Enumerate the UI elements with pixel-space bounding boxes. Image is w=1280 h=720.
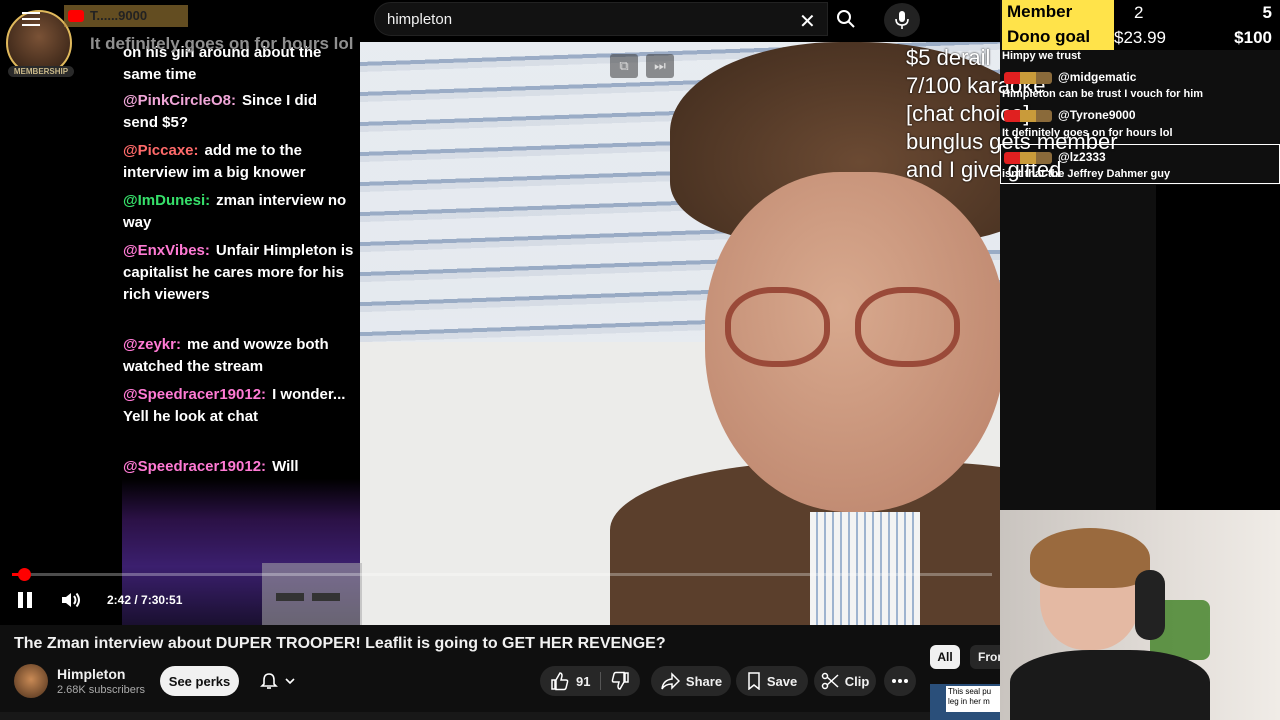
voice-search-button[interactable]	[884, 3, 920, 37]
chat-text: Will	[272, 458, 299, 475]
microphone-icon	[895, 11, 909, 29]
side-chat-message: Himpleton can be trust I vouch for him	[1002, 88, 1204, 100]
thumbs-up-icon[interactable]	[550, 671, 570, 691]
thumbs-down-icon[interactable]	[610, 671, 630, 691]
chat-message: @Speedracer19012: Will	[123, 456, 355, 478]
search-icon	[837, 10, 855, 28]
chevron-down-icon	[285, 678, 295, 685]
time-display: 2:42 / 7:30:51	[107, 593, 183, 607]
progress-bar[interactable]	[12, 568, 992, 581]
share-icon	[661, 672, 680, 690]
volume-icon[interactable]	[60, 588, 84, 612]
like-divider	[600, 672, 601, 690]
save-button[interactable]: Save	[736, 666, 808, 696]
notifications-button[interactable]	[249, 666, 307, 696]
chat-author: @ImDunesi:	[123, 192, 211, 209]
chat-author: @Speedracer19012:	[123, 458, 267, 475]
next-icon[interactable]: ⏭	[646, 54, 674, 78]
chat-author: @Speedracer19012:	[123, 386, 267, 403]
miniplayer-icon[interactable]: ⧉	[610, 54, 638, 78]
side-chat-message: Himpy we trust	[1002, 50, 1081, 62]
goal-panel: Member Goal 2 5 Dono goal $23.99 $100	[1002, 0, 1280, 50]
side-chat-highlight	[1000, 144, 1280, 184]
side-chat-overlay: Himpy we trust @midgematic Himpleton can…	[1000, 50, 1280, 185]
progress-scrubber[interactable]	[17, 568, 31, 581]
miniplayer-controls: ⧉ ⏭	[610, 54, 674, 78]
more-actions-button[interactable]	[884, 666, 916, 696]
chat-message: @Speedracer19012: I wonder... Yell he loo…	[123, 384, 355, 428]
streamer-webcam	[1000, 510, 1280, 720]
chat-message: @PinkCircleO8: Since I did send $5?	[123, 90, 355, 134]
thumbnail-caption: This seal pu leg in her m	[946, 686, 1000, 712]
glasses-left	[725, 287, 830, 367]
description-edge	[0, 712, 930, 720]
channel-name[interactable]: Himpleton	[57, 666, 125, 682]
side-chat-author: @Tyrone9000	[1002, 108, 1136, 122]
clip-label: Clip	[844, 673, 870, 689]
dono-goal-target: $100	[1234, 28, 1272, 47]
search-button[interactable]	[828, 2, 864, 36]
pause-button[interactable]	[18, 588, 38, 612]
chat-author: @zeykr:	[123, 336, 181, 353]
overlay-background	[1156, 185, 1280, 510]
scissors-icon	[821, 672, 839, 690]
shirt	[810, 512, 920, 625]
youtube-member-badge: T......9000	[64, 5, 188, 27]
streamer-hair	[1030, 528, 1150, 588]
overlay-chat-line: It definitely goes on for hours lol	[90, 34, 354, 53]
video-player[interactable]: ⧉ ⏭ on his girl around about the same ti…	[0, 0, 1000, 625]
chat-message: @ImDunesi: zman interview no way	[123, 190, 355, 234]
member-goal-label: Member Goal	[1002, 0, 1114, 41]
more-horizontal-icon	[892, 679, 908, 683]
member-goal-target: 5	[1262, 3, 1272, 22]
side-chat-author: @midgematic	[1002, 70, 1136, 84]
share-label: Share	[685, 673, 723, 689]
save-label: Save	[766, 673, 798, 689]
clip-button[interactable]: Clip	[814, 666, 876, 696]
chip-from[interactable]: From	[970, 645, 1000, 669]
share-button[interactable]: Share	[651, 666, 731, 696]
see-perks-button[interactable]: See perks	[160, 666, 239, 696]
related-video-thumbnail[interactable]: This seal pu leg in her m	[930, 684, 1000, 720]
channel-avatar[interactable]	[14, 664, 48, 698]
chat-author: @PinkCircleO8:	[123, 92, 236, 109]
menu-icon[interactable]	[22, 12, 40, 26]
chat-message: @Piccaxe: add me to the interview im a bi…	[123, 140, 355, 184]
chat-message: @EnxVibes: Unfair Himpleton is capitalist…	[123, 240, 355, 306]
member-goal-current: 2	[1134, 3, 1144, 22]
glasses-right	[855, 287, 960, 367]
interview-video-frame	[360, 42, 1000, 625]
member-goal-row: Member Goal 2 5	[1002, 0, 1280, 41]
search-input[interactable]	[387, 3, 787, 35]
search-box[interactable]: ✕	[374, 2, 828, 36]
streamer-headphones	[1135, 570, 1165, 640]
bell-icon	[260, 673, 278, 689]
like-count: 91	[576, 673, 591, 689]
chat-author: @EnxVibes:	[123, 242, 210, 259]
subscriber-count: 2.68K subscribers	[57, 684, 146, 696]
chat-message: @zeykr: me and wowze both watched the str…	[123, 334, 355, 378]
close-icon[interactable]: ✕	[799, 9, 816, 34]
chat-author: @Piccaxe:	[123, 142, 199, 159]
bookmark-icon	[748, 672, 760, 690]
chip-all[interactable]: All	[930, 645, 960, 669]
membership-badge: MEMBERSHIP	[8, 66, 74, 77]
streamer-shirt	[1010, 650, 1210, 720]
video-title: The Zman interview about DUPER TROOPER! …	[14, 635, 666, 652]
side-chat-message: It definitely goes on for hours lol	[1002, 127, 1173, 139]
like-dislike-group: 91	[540, 666, 640, 696]
